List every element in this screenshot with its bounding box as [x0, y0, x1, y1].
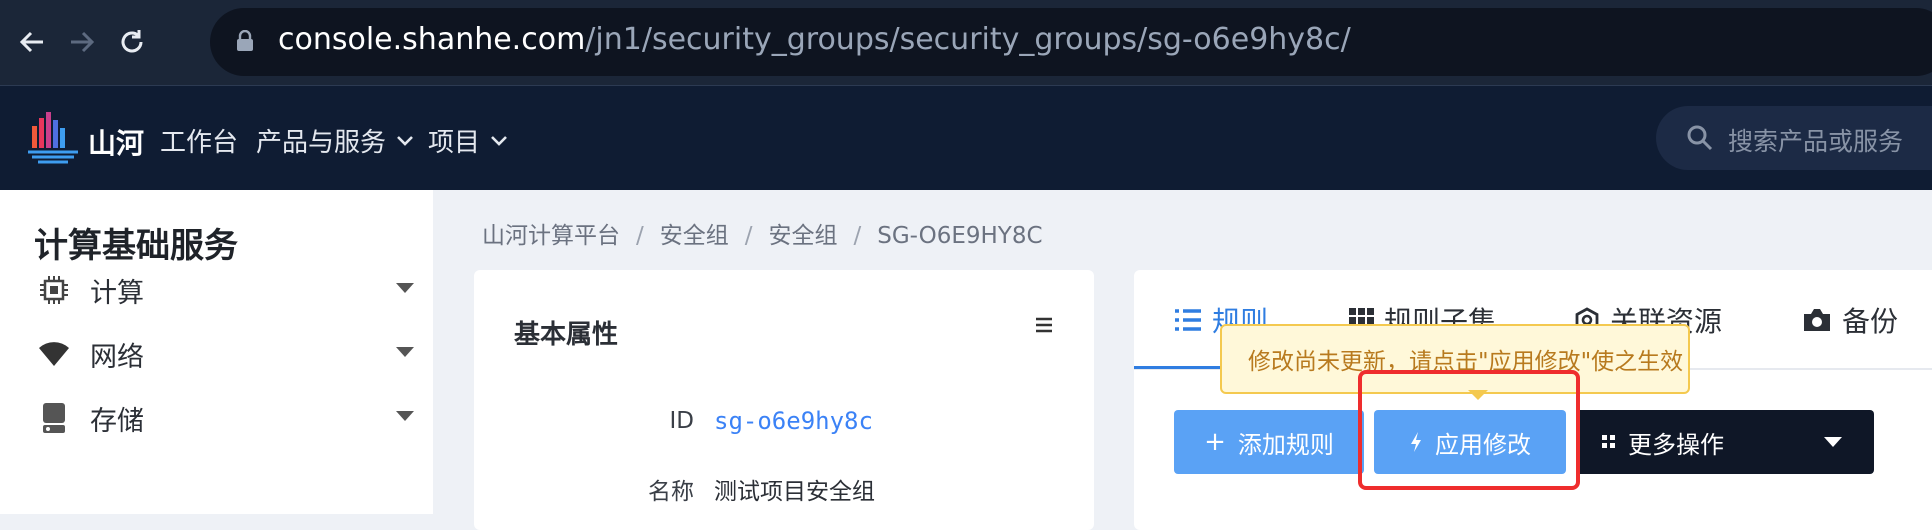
field-value-name: 测试项目安全组: [714, 479, 875, 505]
breadcrumb-separator: /: [853, 223, 862, 249]
browser-toolbar: console.shanhe.com/jn1/security_groups/s…: [0, 0, 1932, 86]
menu-icon[interactable]: [1034, 316, 1054, 334]
sidebar-item-label: 网络: [90, 341, 144, 373]
breadcrumb-current: SG-O6E9HY8C: [877, 223, 1043, 249]
shanhe-logo-icon: [28, 112, 78, 164]
reload-button[interactable]: [112, 22, 152, 62]
app-header: 山河 工作台 产品与服务 项目 搜索产品或服务: [0, 86, 1932, 190]
lock-icon: [237, 30, 253, 51]
card-title: 基本属性: [514, 320, 619, 350]
add-rule-button[interactable]: + 添加规则: [1174, 410, 1364, 474]
search-placeholder: 搜索产品或服务: [1728, 127, 1904, 156]
basic-properties-card: 基本属性 ID sg-o6e9hy8c 名称 测试项目安全组: [474, 270, 1094, 530]
grid-dots-icon: [1602, 435, 1615, 448]
address-bar[interactable]: console.shanhe.com/jn1/security_groups/s…: [210, 8, 1932, 76]
chevron-down-icon: [491, 135, 507, 146]
nav-products-label: 产品与服务: [256, 128, 387, 158]
storage-icon: [34, 398, 74, 438]
breadcrumb-item[interactable]: 安全组: [660, 223, 729, 249]
breadcrumb-item[interactable]: 山河计算平台: [482, 223, 620, 249]
search-input[interactable]: 搜索产品或服务: [1656, 106, 1932, 170]
nav-projects-label: 项目: [428, 128, 481, 158]
security-group-id-link[interactable]: sg-o6e9hy8c: [714, 407, 873, 435]
list-icon: [1175, 309, 1201, 331]
chevron-down-icon: [397, 135, 413, 146]
caret-down-icon: [1824, 437, 1842, 447]
sidebar-item-network[interactable]: 网络: [34, 326, 414, 382]
forward-arrow-icon: [71, 31, 95, 53]
sidebar-item-compute[interactable]: 计算: [34, 262, 414, 318]
url-path: /jn1/security_groups/security_groups/sg-…: [585, 22, 1351, 57]
field-label-id: ID: [669, 408, 695, 434]
url-text: console.shanhe.com/jn1/security_groups/s…: [278, 22, 1351, 57]
back-arrow-icon: [19, 31, 43, 53]
add-rule-label: 添加规则: [1237, 430, 1334, 459]
breadcrumb-separator: /: [744, 223, 753, 249]
breadcrumb-separator: /: [636, 223, 644, 249]
search-icon: [1687, 125, 1713, 151]
caret-down-icon: [396, 347, 414, 357]
more-actions-button[interactable]: 更多操作: [1576, 410, 1874, 474]
caret-down-icon: [396, 283, 414, 293]
cpu-icon: [34, 270, 74, 310]
nav-workbench-label: 工作台: [160, 128, 239, 158]
field-label-name: 名称: [648, 479, 694, 505]
more-actions-label: 更多操作: [1628, 430, 1724, 459]
back-button[interactable]: [12, 22, 52, 62]
nav-workbench[interactable]: 工作台: [160, 122, 238, 159]
sidebar: 计算基础服务 计算 网络 存储: [0, 190, 433, 514]
nav-products[interactable]: 产品与服务: [256, 122, 414, 159]
tab-backup[interactable]: 备份: [1802, 300, 1898, 340]
url-host: console.shanhe.com: [278, 22, 586, 57]
plus-icon: +: [1204, 427, 1226, 457]
sidebar-item-label: 存储: [90, 405, 144, 437]
sidebar-item-storage[interactable]: 存储: [34, 390, 414, 446]
tab-label: 备份: [1842, 305, 1899, 338]
breadcrumb-item[interactable]: 安全组: [769, 223, 838, 249]
breadcrumb: 山河计算平台 / 安全组 / 安全组 / SG-O6E9HY8C: [482, 216, 1043, 250]
wifi-icon: [34, 334, 74, 374]
caret-down-icon: [396, 411, 414, 421]
brand-name[interactable]: 山河: [88, 122, 144, 162]
highlight-box: [1358, 370, 1580, 490]
nav-projects[interactable]: 项目: [428, 122, 508, 159]
camera-icon: [1804, 309, 1830, 331]
sidebar-title: 计算基础服务: [34, 226, 238, 266]
reload-icon: [121, 30, 143, 53]
sidebar-item-label: 计算: [90, 277, 144, 309]
forward-button[interactable]: [62, 22, 102, 62]
